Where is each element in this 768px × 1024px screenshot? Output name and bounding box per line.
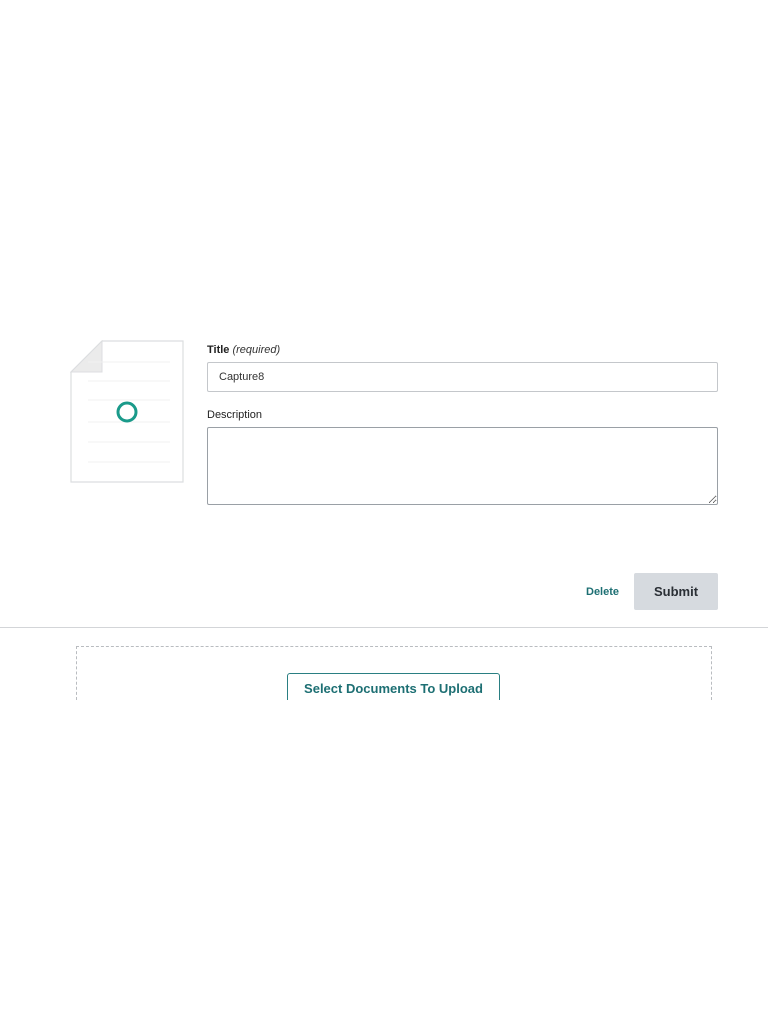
description-textarea[interactable] [207,427,718,505]
submit-button[interactable]: Submit [634,573,718,610]
title-label: Title (required) [207,343,718,357]
upload-page: Title (required) Description Delete Subm… [0,0,768,1024]
title-input[interactable] [207,362,718,392]
document-icon [70,340,184,483]
document-form: Title (required) Description [207,343,718,505]
delete-link[interactable]: Delete [586,584,619,600]
description-label: Description [207,409,263,421]
document-thumbnail [70,340,184,483]
title-label-text: Title [207,344,230,356]
select-documents-button[interactable]: Select Documents To Upload [287,673,500,700]
form-actions: Delete Submit [576,573,718,610]
upload-drop-zone[interactable]: Select Documents To Upload [76,646,712,700]
required-note: (required) [232,344,281,356]
section-divider [0,627,768,628]
